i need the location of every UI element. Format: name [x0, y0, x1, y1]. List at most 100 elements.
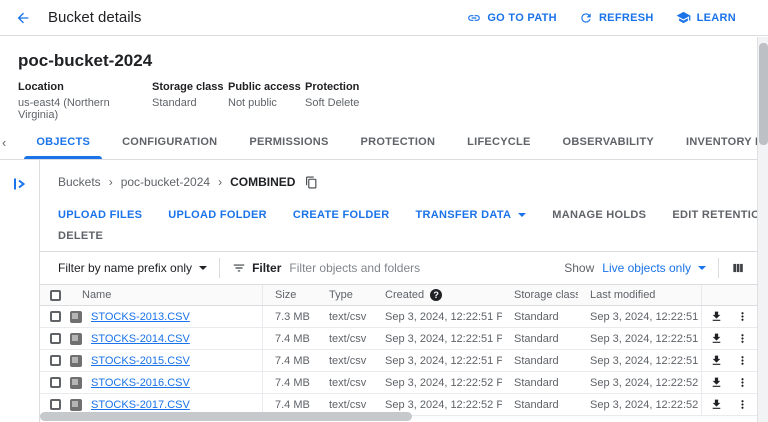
object-link[interactable]: STOCKS-2013.CSV [91, 311, 190, 323]
vertical-scrollbar-thumb[interactable] [759, 43, 768, 145]
meta-protection-label: Protection [305, 81, 359, 93]
create-folder-button[interactable]: CREATE FOLDER [293, 209, 390, 221]
expand-panel-button[interactable] [10, 174, 30, 194]
download-object-button[interactable] [710, 398, 723, 411]
chevron-right-icon: › [109, 175, 113, 189]
meta-public-access-label: Public access [228, 81, 305, 93]
cell-size: 7.3 MB [263, 306, 317, 327]
download-object-button[interactable] [710, 376, 723, 389]
row-menu-button[interactable] [736, 376, 749, 389]
app-bar: Bucket details GO TO PATH REFRESH LEARN [0, 0, 768, 36]
tab-configuration[interactable]: CONFIGURATION [106, 125, 233, 159]
more-vert-icon [736, 376, 749, 389]
more-vert-icon [736, 310, 749, 323]
cell-storage-class: Standard [502, 306, 578, 327]
row-checkbox[interactable] [50, 399, 61, 410]
cell-last-modified: Sep 3, 2024, 12:22:52 PM [578, 394, 701, 415]
row-checkbox[interactable] [50, 333, 61, 344]
cell-size: 7.4 MB [263, 328, 317, 349]
row-menu-button[interactable] [736, 332, 749, 345]
manage-holds-button[interactable]: MANAGE HOLDS [552, 209, 646, 221]
upload-folder-button[interactable]: UPLOAD FOLDER [168, 209, 267, 221]
row-checkbox[interactable] [50, 311, 61, 322]
table-header-row: Name Size Type Created ? Storage class L… [40, 284, 757, 306]
link-icon [467, 11, 481, 25]
download-object-button[interactable] [710, 332, 723, 345]
cell-created: Sep 3, 2024, 12:22:51 PM [373, 328, 502, 349]
row-checkbox[interactable] [50, 377, 61, 388]
breadcrumb-bucket[interactable]: poc-bucket-2024 [121, 175, 210, 189]
row-menu-button[interactable] [736, 354, 749, 367]
filter-bar: Filter by name prefix only Filter Show L… [40, 251, 757, 284]
divider [718, 258, 719, 278]
divider [219, 258, 220, 278]
cell-last-modified: Sep 3, 2024, 12:22:52 PM [578, 372, 701, 393]
object-link[interactable]: STOCKS-2017.CSV [91, 399, 190, 411]
go-to-path-label: GO TO PATH [487, 12, 557, 24]
transfer-data-button[interactable]: TRANSFER DATA [416, 209, 527, 221]
tab-lifecycle[interactable]: LIFECYCLE [451, 125, 546, 159]
tab-objects[interactable]: OBJECTS [20, 125, 106, 159]
more-vert-icon [736, 332, 749, 345]
delete-button[interactable]: DELETE [58, 230, 103, 242]
download-icon [710, 354, 723, 367]
tab-protection[interactable]: PROTECTION [345, 125, 452, 159]
help-icon[interactable]: ? [430, 289, 442, 301]
table-row: STOCKS-2016.CSV 7.4 MB text/csv Sep 3, 2… [40, 372, 757, 394]
cell-last-modified: Sep 3, 2024, 12:22:51 PM [578, 328, 701, 349]
row-menu-button[interactable] [736, 398, 749, 411]
meta-storage-class-value: Standard [152, 97, 228, 109]
cell-storage-class: Standard [502, 350, 578, 371]
row-menu-button[interactable] [736, 310, 749, 323]
page-title: Bucket details [48, 9, 141, 26]
meta-protection-value: Soft Delete [305, 97, 359, 109]
object-link[interactable]: STOCKS-2014.CSV [91, 333, 190, 345]
column-header-name: Name [82, 289, 111, 301]
cell-created: Sep 3, 2024, 12:22:51 PM [373, 350, 502, 371]
toolbar-row-2: DELETE [58, 225, 757, 246]
tab-permissions[interactable]: PERMISSIONS [233, 125, 344, 159]
download-object-button[interactable] [710, 354, 723, 367]
cell-storage-class: Standard [502, 328, 578, 349]
row-checkbox[interactable] [50, 355, 61, 366]
download-object-button[interactable] [710, 310, 723, 323]
cell-storage-class: Standard [502, 394, 578, 415]
object-link[interactable]: STOCKS-2016.CSV [91, 377, 190, 389]
show-objects-value: Live objects only [602, 261, 691, 275]
chevron-right-icon: › [218, 175, 222, 189]
go-to-path-button[interactable]: GO TO PATH [459, 7, 565, 29]
download-icon [710, 398, 723, 411]
copy-path-button[interactable] [305, 176, 318, 189]
filter-input[interactable] [289, 261, 564, 275]
cell-storage-class: Standard [502, 372, 578, 393]
show-objects-dropdown[interactable]: Live objects only [602, 261, 706, 275]
cell-size: 7.4 MB [263, 372, 317, 393]
tabs-scroll-left-chevron-icon[interactable]: ‹ [2, 125, 6, 159]
object-toolbar: UPLOAD FILES UPLOAD FOLDER CREATE FOLDER… [40, 204, 757, 246]
table-row: STOCKS-2014.CSV 7.4 MB text/csv Sep 3, 2… [40, 328, 757, 350]
select-all-checkbox[interactable] [50, 290, 61, 301]
column-header-storage-class: Storage class [502, 285, 578, 305]
cell-last-modified: Sep 3, 2024, 12:22:51 PM [578, 306, 701, 327]
more-vert-icon [736, 398, 749, 411]
horizontal-scrollbar-thumb[interactable] [40, 412, 412, 421]
breadcrumb-current-folder: COMBINED [230, 175, 295, 189]
object-link[interactable]: STOCKS-2015.CSV [91, 355, 190, 367]
filter-bar-left: Filter by name prefix only Filter [40, 258, 564, 278]
column-display-options-button[interactable] [731, 261, 745, 275]
table-row: STOCKS-2015.CSV 7.4 MB text/csv Sep 3, 2… [40, 350, 757, 372]
cell-created: Sep 3, 2024, 12:22:52 PM [373, 372, 502, 393]
filter-scope-label: Filter by name prefix only [58, 261, 192, 275]
breadcrumb-buckets[interactable]: Buckets [58, 175, 101, 189]
tab-inventory-reports[interactable]: INVENTORY REPORTS [670, 125, 768, 159]
refresh-button[interactable]: REFRESH [571, 7, 662, 29]
tab-observability[interactable]: OBSERVABILITY [547, 125, 670, 159]
learn-button[interactable]: LEARN [668, 6, 744, 29]
back-button[interactable] [10, 5, 36, 31]
upload-files-button[interactable]: UPLOAD FILES [58, 209, 142, 221]
tab-bar: ‹ OBJECTS CONFIGURATION PERMISSIONS PROT… [0, 125, 768, 160]
vertical-scrollbar[interactable] [757, 37, 768, 422]
edit-retention-button[interactable]: EDIT RETENTION [672, 209, 768, 221]
objects-table: Name Size Type Created ? Storage class L… [40, 284, 757, 416]
filter-scope-dropdown[interactable]: Filter by name prefix only [58, 261, 207, 275]
